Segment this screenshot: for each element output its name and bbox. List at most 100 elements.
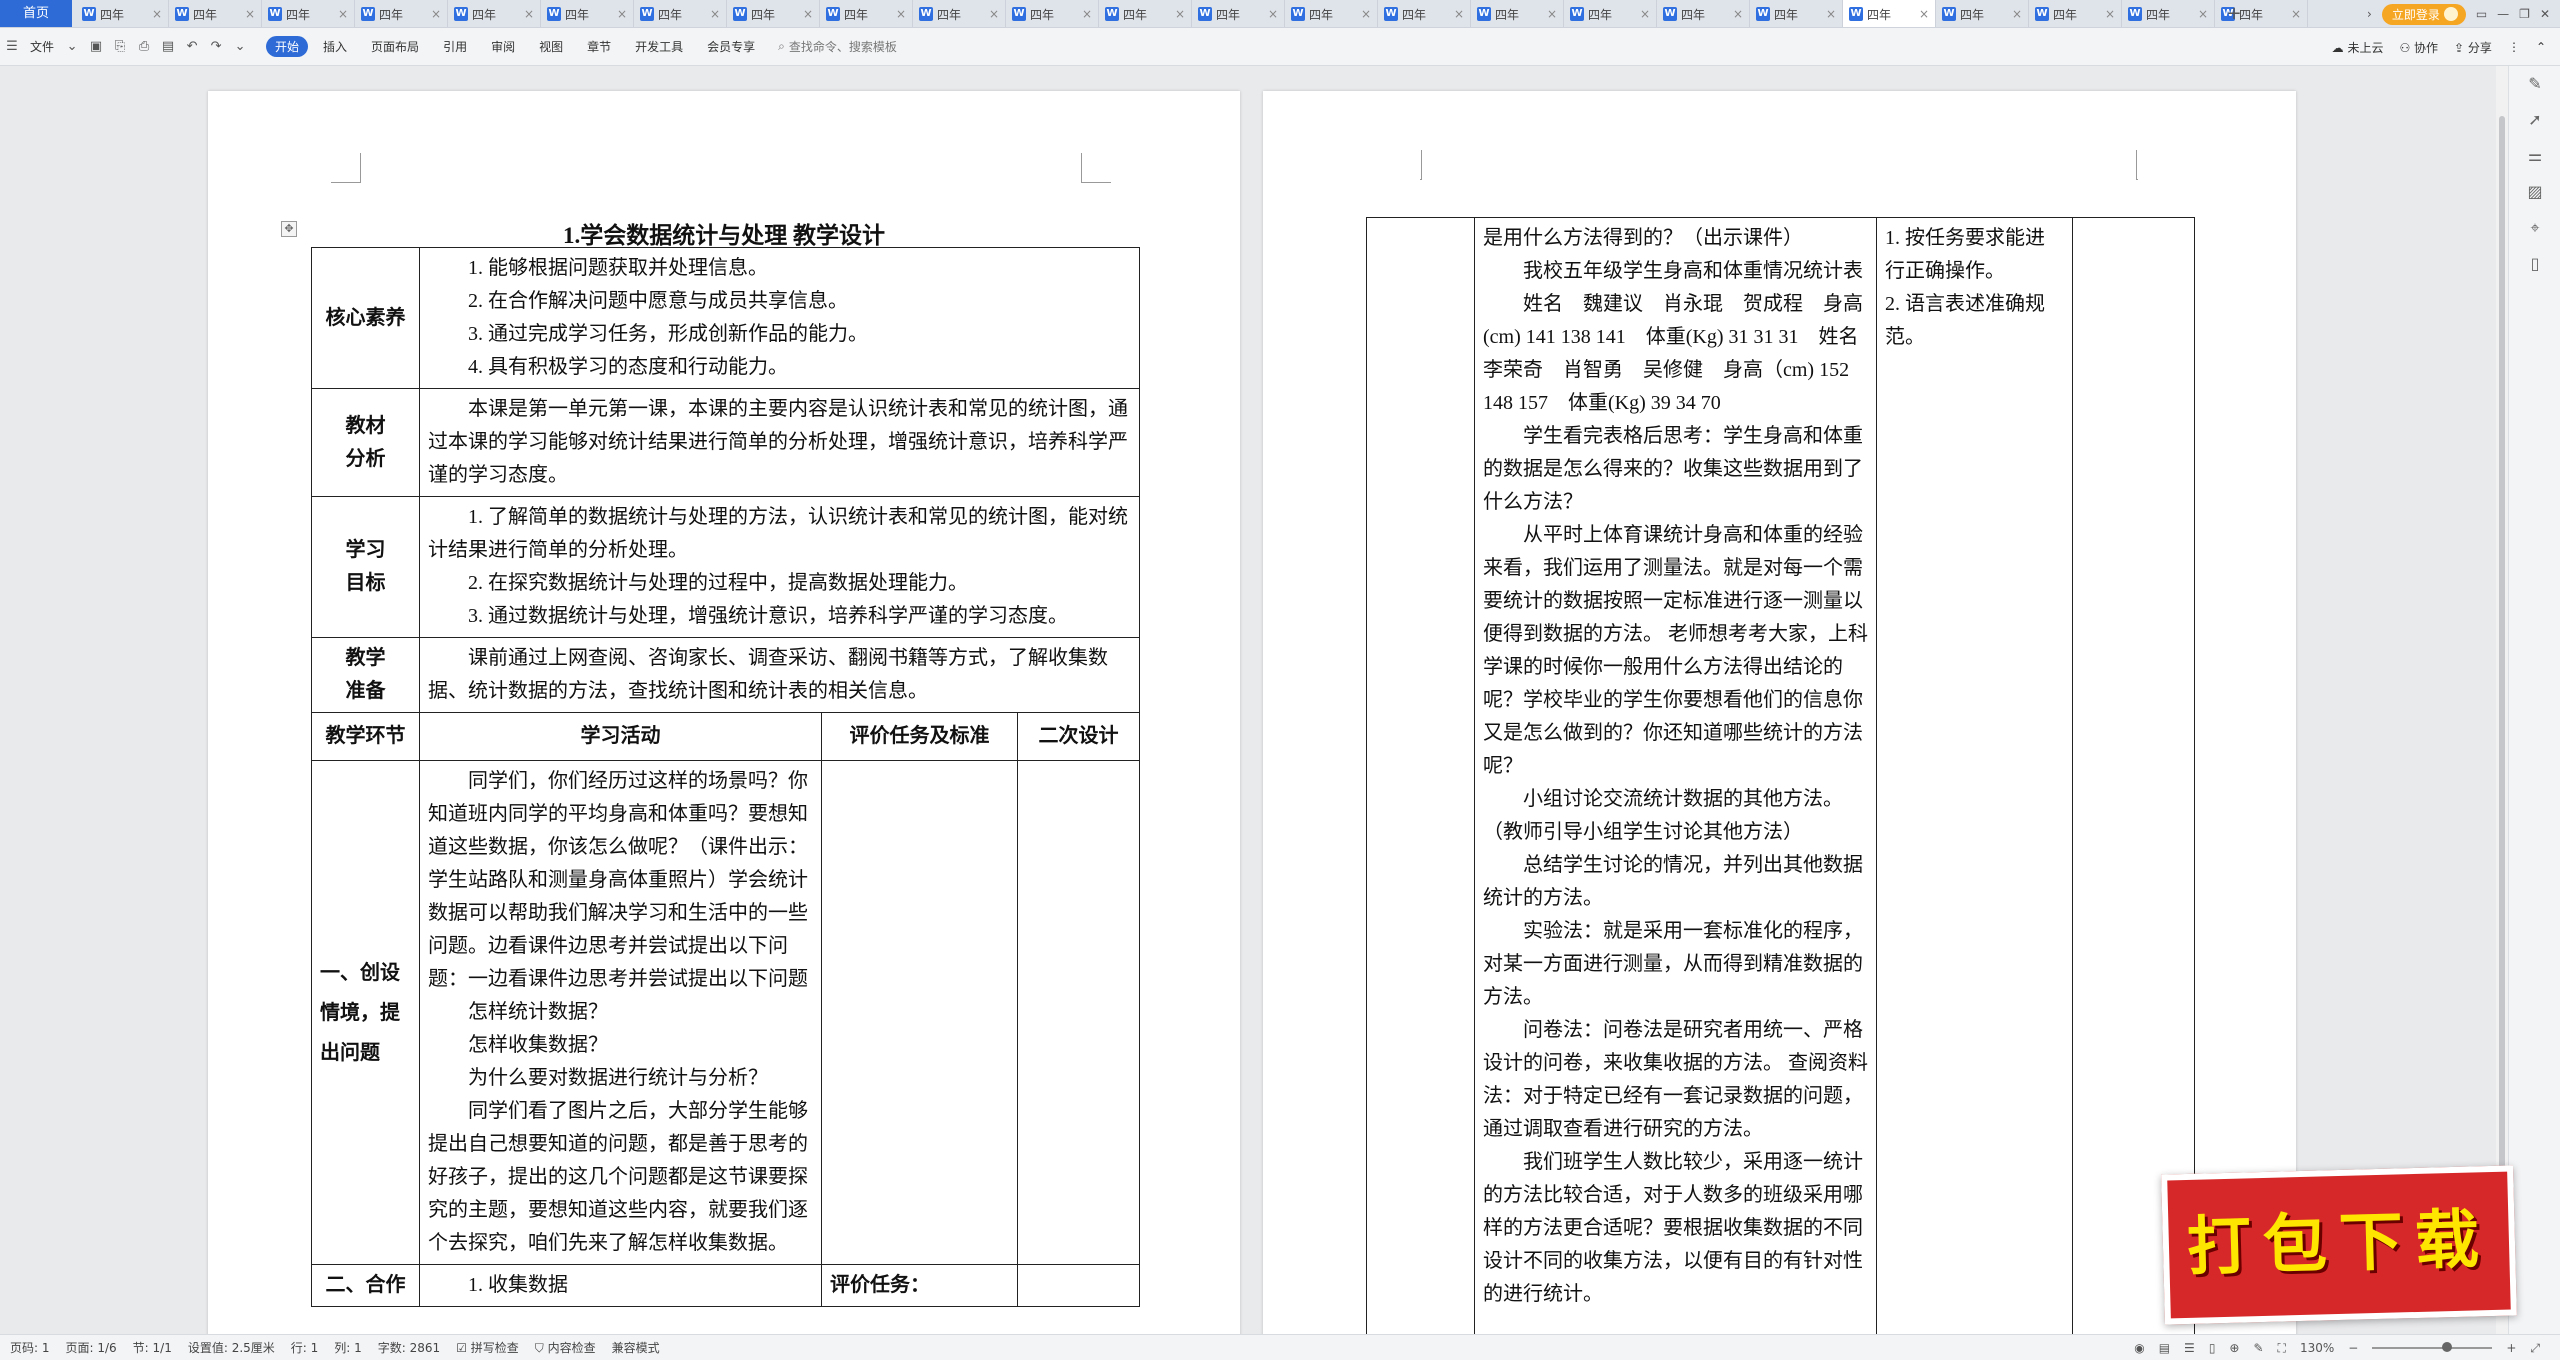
document-tab[interactable]: W 四年 × (76, 0, 169, 27)
close-icon[interactable]: × (896, 7, 906, 21)
close-icon[interactable]: × (2198, 7, 2208, 21)
prep-content[interactable]: 课前通过上网查阅、咨询家长、调查采访、翻阅书籍等方式，了解收集数据、统计数据的方… (418, 637, 1141, 713)
new-tab-button[interactable]: + (2222, 0, 2246, 27)
spell-check[interactable]: ☑ 拼写检查 (456, 1339, 519, 1356)
word-count[interactable]: 字数: 2861 (378, 1339, 440, 1356)
login-button[interactable]: 立即登录 (2381, 3, 2466, 25)
document-tab[interactable]: W 四年 × (1285, 0, 1378, 27)
close-icon[interactable]: × (2012, 7, 2022, 21)
undo-icon[interactable]: ↶ (183, 38, 201, 56)
download-banner[interactable]: 打包下载 (2161, 1165, 2517, 1325)
window-menu-icon[interactable]: ▭ (2476, 7, 2487, 21)
document-tab[interactable]: W 四年 × (169, 0, 262, 27)
lesson-table-continued[interactable]: 是用什么方法得到的？（出示课件） 我校五年级学生身高和体重情况统计表 姓名 魏建… (1366, 217, 2195, 1334)
close-icon[interactable]: × (1454, 7, 1464, 21)
document-tab[interactable]: W 四年 × (448, 0, 541, 27)
menu-tab[interactable]: 引用 (434, 36, 476, 57)
close-icon[interactable]: × (431, 7, 441, 21)
close-icon[interactable]: × (1268, 7, 1278, 21)
stage-cell[interactable] (1366, 217, 1475, 1334)
hamburger-menu-icon[interactable]: ☰ (3, 38, 21, 56)
document-tab[interactable]: W 四年 × (634, 0, 727, 27)
web-view-icon[interactable]: ⊕ (2229, 1341, 2239, 1355)
content-check[interactable]: ⛉ 内容检查 (535, 1339, 596, 1356)
zoom-level[interactable]: 130% (2300, 1341, 2334, 1355)
edit-icon[interactable]: ✎ (2509, 66, 2560, 102)
preview-icon[interactable]: ▤ (159, 38, 177, 56)
maximize-icon[interactable]: ❐ (2519, 7, 2530, 21)
menu-tab[interactable]: 审阅 (482, 36, 524, 57)
close-icon[interactable]: × (617, 7, 627, 21)
page-number[interactable]: 页码: 1 (10, 1339, 50, 1356)
menu-tab[interactable]: 开发工具 (626, 36, 692, 57)
zoom-out-icon[interactable]: − (2348, 1341, 2358, 1355)
material-content[interactable]: 本课是第一单元第一课，本课的主要内容是认识统计表和常见的统计图，通过本课的学习能… (418, 388, 1141, 497)
location-icon[interactable]: ⌖ (2509, 210, 2560, 246)
page-1[interactable]: ✥ 1.学会数据统计与处理 教学设计 核心素养 1. 能够根据问题获取并处理信息… (208, 91, 1355, 1334)
menu-tab[interactable]: 插入 (314, 36, 356, 57)
document-tab[interactable]: W 四年 × (355, 0, 448, 27)
document-tab[interactable]: W 四年 × (2122, 0, 2215, 27)
eye-protection-icon[interactable]: ◉ (2134, 1341, 2144, 1355)
close-icon[interactable]: × (1175, 7, 1185, 21)
document-tab[interactable]: W 四年 × (1657, 0, 1750, 27)
outline-view-icon[interactable]: ☰ (2184, 1341, 2195, 1355)
section-1-evaluation[interactable] (821, 760, 1018, 1265)
menu-tab[interactable]: 开始 (266, 36, 309, 57)
menu-tab[interactable]: 会员专享 (698, 36, 764, 57)
fit-icon[interactable]: ⛶ (2278, 1341, 2286, 1356)
close-window-icon[interactable]: ✕ (2540, 7, 2550, 21)
document-tab[interactable]: W 四年 × (2029, 0, 2122, 27)
document-tab[interactable]: W 四年 × (1471, 0, 1564, 27)
select-icon[interactable]: ➚ (2509, 102, 2560, 138)
page-2[interactable]: 是用什么方法得到的？（出示课件） 我校五年级学生身高和体重情况统计表 姓名 魏建… (1263, 91, 2296, 1334)
collapse-ribbon-icon[interactable]: ⌃ (2536, 40, 2546, 54)
zoom-in-icon[interactable]: + (2506, 1341, 2516, 1355)
close-icon[interactable]: × (338, 7, 348, 21)
document-tab[interactable]: W 四年 × (1936, 0, 2029, 27)
section-2-activity[interactable]: 1. 收集数据 (419, 1264, 822, 1307)
evaluation-cell[interactable]: 1. 按任务要求能进行正确操作。 2. 语言表述准确规范。 (1876, 217, 2073, 1334)
share-button[interactable]: ⇪ 分享 (2454, 39, 2492, 56)
close-icon[interactable]: × (1733, 7, 1743, 21)
collab-button[interactable]: ⚇ 协作 (2399, 39, 2438, 56)
cloud-status[interactable]: ☁ 未上云 (2332, 39, 2384, 56)
save-icon[interactable]: ▣ (87, 38, 105, 56)
close-icon[interactable]: × (524, 7, 534, 21)
menu-tab[interactable]: 页面布局 (362, 36, 428, 57)
image-icon[interactable]: ▨ (2509, 174, 2560, 210)
document-tab[interactable]: W 四年 × (541, 0, 634, 27)
document-tab[interactable]: W 四年 × (1099, 0, 1192, 27)
page-view-icon[interactable]: ▤ (2159, 1341, 2170, 1355)
close-icon[interactable]: × (2105, 7, 2115, 21)
section-2-second-design[interactable] (1016, 1264, 1141, 1307)
document-canvas[interactable]: ✥ 1.学会数据统计与处理 教学设计 核心素养 1. 能够根据问题获取并处理信息… (0, 66, 2508, 1334)
close-icon[interactable]: × (1361, 7, 1371, 21)
second-design-cell[interactable] (2072, 217, 2195, 1334)
document-tab[interactable]: W 四年 × (262, 0, 355, 27)
chevron-down-icon[interactable]: ⌄ (63, 38, 81, 56)
close-icon[interactable]: × (710, 7, 720, 21)
menu-tab[interactable]: 视图 (530, 36, 572, 57)
close-icon[interactable]: × (152, 7, 162, 21)
document-tab[interactable]: W 四年 × (913, 0, 1006, 27)
goals-content[interactable]: 1. 了解简单的数据统计与处理的方法，认识统计表和常见的统计图，能对统计结果进行… (418, 496, 1141, 638)
file-menu[interactable]: 文件 (30, 38, 54, 55)
close-icon[interactable]: × (1640, 7, 1650, 21)
vertical-scrollbar[interactable] (2496, 66, 2508, 1334)
page-count[interactable]: 页面: 1/6 (66, 1339, 117, 1356)
export-icon[interactable]: ⎘ (111, 38, 129, 56)
close-icon[interactable]: × (2291, 7, 2301, 21)
lesson-table[interactable]: 核心素养 1. 能够根据问题获取并处理信息。 2. 在合作解决问题中愿意与成员共… (311, 247, 1141, 1307)
document-tab[interactable]: W 四年 × (727, 0, 820, 27)
redo-icon[interactable]: ↷ (207, 38, 225, 56)
document-tab[interactable]: W 四年 × (1843, 0, 1936, 27)
document-tab[interactable]: W 四年 × (1750, 0, 1843, 27)
home-tab[interactable]: 首页 (0, 0, 72, 27)
document-tab[interactable]: W 四年 × (1564, 0, 1657, 27)
book-icon[interactable]: ▯ (2509, 246, 2560, 282)
menu-tab[interactable]: 章节 (578, 36, 620, 57)
fullscreen-icon[interactable]: ⤢ (2530, 1341, 2540, 1356)
document-tab[interactable]: W 四年 × (820, 0, 913, 27)
section-1-second-design[interactable] (1016, 760, 1141, 1265)
